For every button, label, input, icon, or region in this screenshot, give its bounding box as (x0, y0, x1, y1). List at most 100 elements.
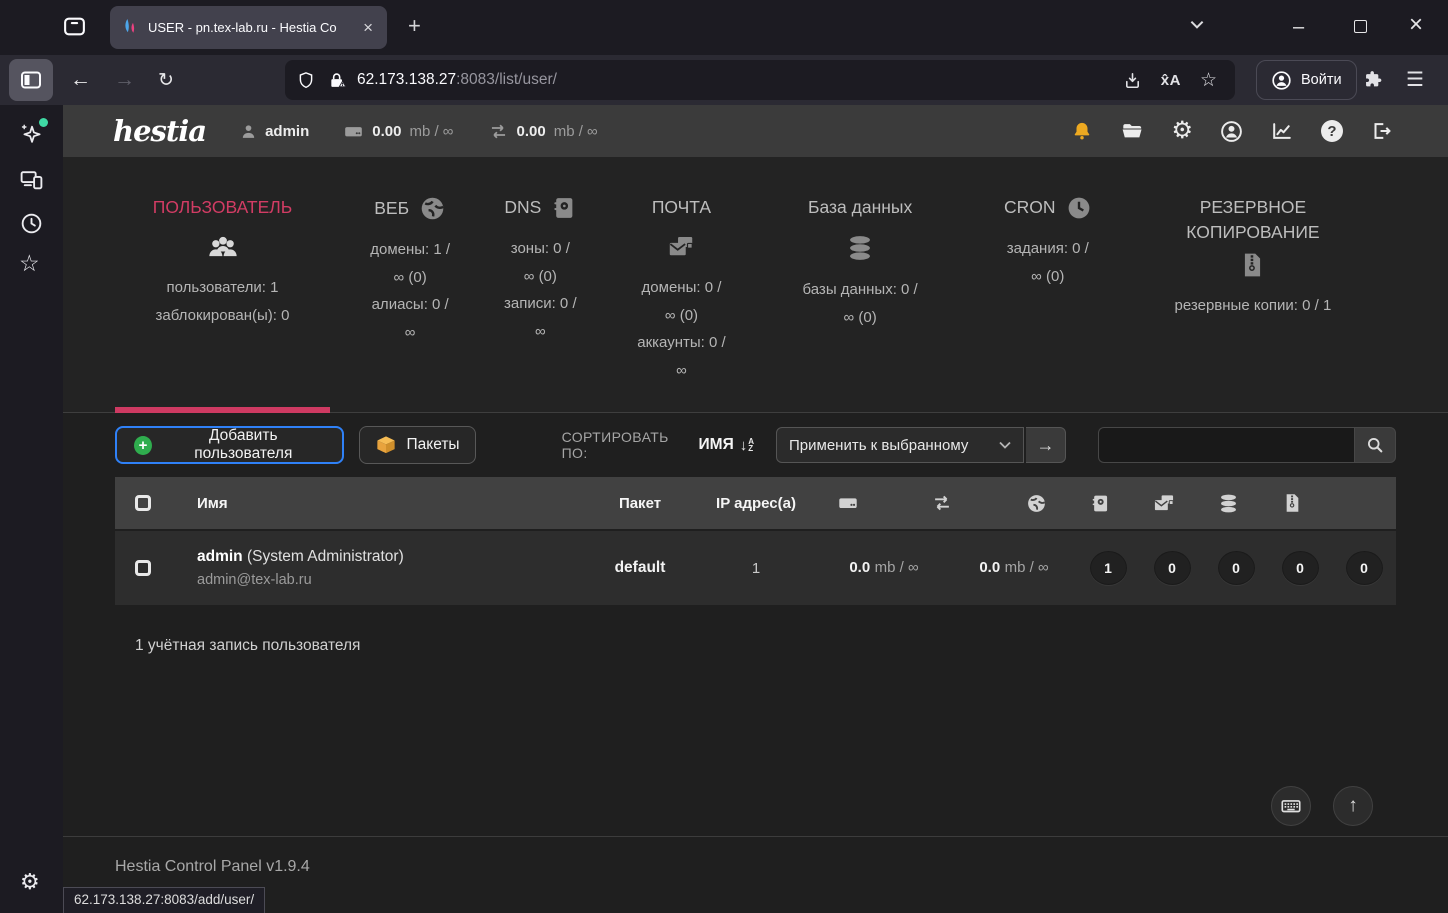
bulk-action-select[interactable]: Применить к выбранному (776, 427, 1024, 463)
column-name[interactable]: Имя (171, 495, 584, 512)
tracking-shield-icon[interactable] (297, 70, 315, 90)
help-icon[interactable]: ? (1321, 120, 1343, 142)
file-manager-folder-icon[interactable] (1120, 120, 1144, 142)
ai-chat-icon[interactable] (19, 122, 44, 147)
disk-usage: 0.00 mb / ∞ (343, 121, 453, 142)
statistics-chart-icon[interactable] (1270, 120, 1294, 142)
active-tab-underline (115, 407, 330, 413)
sort-az-icon: ↓ AZ (740, 437, 754, 454)
select-all-checkbox[interactable] (135, 495, 151, 511)
maximize-button[interactable] (1354, 20, 1367, 33)
disk-value: 0.00 (372, 123, 401, 140)
table-header-row: Имя Пакет IP адрес(а) (115, 477, 1396, 529)
logout-icon[interactable] (1370, 120, 1392, 142)
profile-icon[interactable] (1220, 120, 1243, 143)
stat-cron[interactable]: CRON задания: 0 / ∞ (0) (978, 195, 1118, 412)
search-icon[interactable] (1354, 427, 1396, 463)
bandwidth-value: 0.00 (517, 123, 546, 140)
sort-control[interactable]: СОРТИРОВАТЬ ПО: ИМЯ ↓ AZ (562, 429, 754, 461)
url-host: 62.173.138.27 (357, 71, 456, 89)
column-dns-icon (1068, 493, 1132, 514)
bandwidth-unit: mb / ∞ (554, 123, 598, 140)
reload-button[interactable]: ↻ (152, 55, 180, 105)
login-label: Войти (1301, 72, 1342, 88)
row-mail-count-badge: 0 (1218, 551, 1255, 585)
app-version: Hestia Control Panel v1.9.4 (115, 858, 310, 876)
hestia-favicon-icon (122, 18, 139, 38)
forward-button[interactable]: → (108, 55, 141, 105)
column-disk-icon (816, 492, 880, 514)
row-dns-count-badge: 0 (1154, 551, 1191, 585)
address-book-icon (551, 195, 576, 221)
minimize-button[interactable]: – (1293, 16, 1304, 39)
column-database-icon (1196, 493, 1260, 514)
download-icon[interactable] (1123, 71, 1142, 90)
bookmarks-star-icon[interactable]: ☆ (19, 252, 40, 275)
column-package: Пакет (584, 495, 696, 512)
row-fullname: (System Administrator) (247, 548, 404, 565)
footer-divider (63, 836, 1448, 837)
packages-button[interactable]: Пакеты (359, 426, 476, 464)
transfer-icon (488, 121, 509, 142)
mail-icon (620, 234, 742, 260)
new-tab-button[interactable]: + (400, 11, 429, 41)
row-package: default (584, 559, 696, 577)
menu-icon[interactable]: ☰ (1406, 67, 1424, 92)
url-bar[interactable]: 62.173.138.27:8083/list/user/ x̂A ☆ (285, 60, 1235, 100)
row-disk-usage: 0.0 mb / ∞ (816, 559, 952, 577)
row-username[interactable]: admin (197, 548, 243, 565)
column-web-icon (1004, 493, 1068, 514)
column-mail-icon (1132, 493, 1196, 514)
sidebar-toggle-button[interactable] (9, 59, 53, 101)
login-button[interactable]: Войти (1256, 60, 1357, 100)
current-user[interactable]: admin (240, 123, 309, 140)
table-row[interactable]: admin (System Administrator) admin@tex-l… (115, 531, 1396, 605)
browser-tab[interactable]: USER - pn.tex-lab.ru - Hestia Co × (110, 6, 387, 49)
stat-backup[interactable]: РЕЗЕРВНОЕ КОПИРОВАНИЕ резервные копии: 0… (1148, 195, 1358, 412)
search-input[interactable] (1098, 427, 1354, 463)
tab-close-icon[interactable]: × (359, 17, 377, 38)
hestia-logo[interactable]: hestia (113, 114, 206, 148)
synced-tabs-icon[interactable] (19, 167, 44, 192)
hestia-app: hestia admin 0.00 mb / ∞ 0.00 mb / ∞ (63, 105, 1448, 913)
browser-titlebar: USER - pn.tex-lab.ru - Hestia Co × + – × (0, 0, 1448, 55)
notifications-bell-icon[interactable] (1071, 120, 1093, 142)
clock-icon (1066, 195, 1092, 221)
row-bandwidth-usage: 0.0 mb / ∞ (952, 559, 1076, 577)
translate-icon[interactable]: x̂A (1161, 72, 1181, 89)
row-backup-count-badge: 0 (1346, 551, 1383, 585)
tab-list-chevron-icon[interactable] (1190, 20, 1204, 29)
scroll-top-icon[interactable]: ↑ (1333, 786, 1373, 826)
add-user-button[interactable]: + Добавить пользователя (115, 426, 344, 464)
stat-web[interactable]: ВЕБ домены: 1 / ∞ (0) алиасы: 0 / ∞ (360, 195, 460, 412)
browser-navbar: ← → ↻ 62.173.138.27:8083/list/user/ x̂A … (0, 55, 1448, 105)
hard-drive-icon (343, 121, 364, 142)
disk-unit: mb / ∞ (409, 123, 453, 140)
stat-dns[interactable]: DNS зоны: 0 / ∞ (0) записи: 0 / ∞ (490, 195, 590, 412)
stat-user[interactable]: ПОЛЬЗОВАТЕЛЬ пользователи: 1 заблокирова… (115, 195, 330, 412)
history-clock-icon[interactable] (19, 211, 44, 236)
sidebar-settings-gear-icon[interactable]: ⚙ (20, 871, 40, 893)
close-window-button[interactable]: × (1409, 11, 1423, 39)
keyboard-shortcuts-icon[interactable] (1271, 786, 1311, 826)
bandwidth-usage: 0.00 mb / ∞ (488, 121, 598, 142)
lock-warning-icon[interactable] (327, 70, 347, 90)
extensions-puzzle-icon[interactable] (1363, 68, 1384, 89)
column-backup-icon (1260, 493, 1324, 513)
row-web-count-badge: 1 (1090, 551, 1127, 585)
accounts-summary: 1 учётная запись пользователя (135, 637, 1448, 655)
apply-action-button[interactable]: → (1026, 427, 1066, 463)
stats-panel: ПОЛЬЗОВАТЕЛЬ пользователи: 1 заблокирова… (63, 157, 1448, 413)
back-button[interactable]: ← (64, 55, 97, 105)
stat-database[interactable]: База данных базы данных: 0 / ∞ (0) (773, 195, 948, 412)
stat-mail[interactable]: ПОЧТА домены: 0 / ∞ (0) аккаунты: 0 / ∞ (620, 195, 742, 412)
account-icon (1271, 70, 1292, 91)
server-settings-gear-icon[interactable]: ⚙ (1171, 119, 1193, 143)
users-icon (115, 234, 330, 260)
column-ip: IP адрес(а) (696, 495, 816, 512)
firefox-view-icon[interactable] (62, 14, 87, 39)
chevron-down-icon (999, 441, 1011, 449)
bookmark-star-icon[interactable]: ☆ (1200, 69, 1217, 92)
ai-new-badge (39, 118, 48, 127)
row-checkbox[interactable] (135, 560, 151, 576)
